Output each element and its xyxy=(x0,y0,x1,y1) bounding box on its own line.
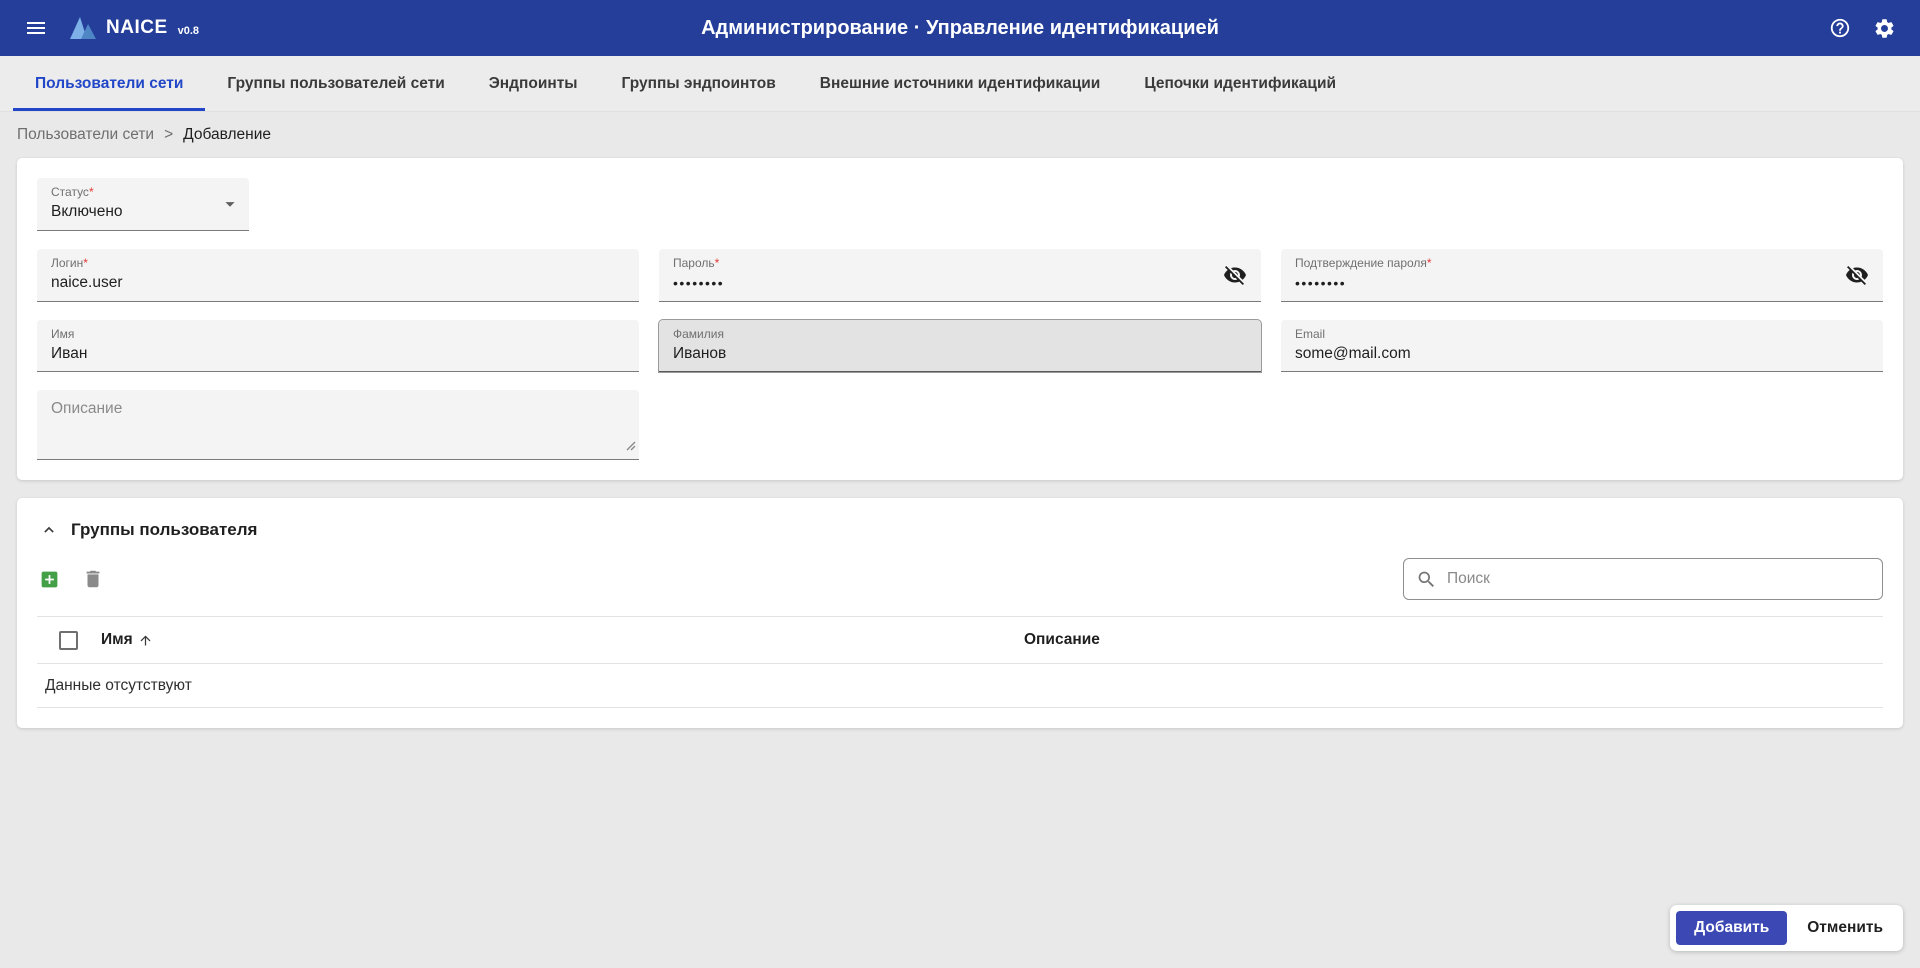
breadcrumb-parent-link[interactable]: Пользователи сети xyxy=(17,126,154,144)
required-mark: * xyxy=(83,256,88,270)
password-value: •••••••• xyxy=(673,275,1247,293)
tab-network-user-groups[interactable]: Группы пользователей сети xyxy=(205,56,466,111)
delete-group-button[interactable] xyxy=(80,566,106,592)
search-icon xyxy=(1416,569,1437,590)
table-header-row: Имя Описание xyxy=(37,616,1883,664)
last-name-field[interactable]: Фамилия Иванов xyxy=(659,320,1261,373)
password-confirm-label: Подтверждение пароля* xyxy=(1295,256,1869,270)
tab-endpoints[interactable]: Эндпоинты xyxy=(467,56,600,111)
tab-endpoint-groups[interactable]: Группы эндпоинтов xyxy=(600,56,798,111)
password-label: Пароль* xyxy=(673,256,1247,270)
status-label: Статус* xyxy=(51,185,235,199)
resize-handle-icon[interactable] xyxy=(625,438,636,456)
chevron-down-icon xyxy=(219,193,241,215)
tab-bar: Пользователи сети Группы пользователей с… xyxy=(0,56,1920,112)
submit-button[interactable]: Добавить xyxy=(1676,911,1787,945)
page-title: Администрирование · Управление идентифик… xyxy=(701,17,1219,40)
user-form-grid: Статус* Включено Логин* naice.user Парол… xyxy=(37,178,1883,460)
toolbar-buttons xyxy=(37,566,106,592)
app-version: v0.8 xyxy=(178,25,199,37)
password-confirm-field[interactable]: Подтверждение пароля* •••••••• xyxy=(1281,249,1883,302)
login-value: naice.user xyxy=(51,273,625,292)
tab-network-users[interactable]: Пользователи сети xyxy=(13,56,205,111)
last-name-label: Фамилия xyxy=(673,327,1247,341)
group-search-box xyxy=(1403,558,1883,600)
column-name-label: Имя xyxy=(101,631,133,649)
chevron-up-icon xyxy=(39,520,59,540)
settings-button[interactable] xyxy=(1867,11,1902,46)
toggle-password-visibility-button[interactable] xyxy=(1219,259,1251,291)
email-label: Email xyxy=(1295,327,1869,341)
login-label: Логин* xyxy=(51,256,625,270)
breadcrumb-current: Добавление xyxy=(183,126,271,144)
eye-off-icon xyxy=(1845,263,1869,287)
select-all-checkbox[interactable] xyxy=(59,631,78,650)
description-textarea[interactable]: Описание xyxy=(37,390,639,460)
user-groups-table: Имя Описание Данные отсутствуют xyxy=(37,616,1883,708)
help-icon xyxy=(1829,17,1851,39)
breadcrumb: Пользователи сети > Добавление xyxy=(0,112,1920,158)
toggle-password-confirm-visibility-button[interactable] xyxy=(1841,259,1873,291)
description-placeholder: Описание xyxy=(51,400,625,418)
column-header-description[interactable]: Описание xyxy=(1024,631,1883,649)
email-value: some@mail.com xyxy=(1295,344,1869,363)
form-action-bar: Добавить Отменить xyxy=(1670,905,1903,951)
last-name-value: Иванов xyxy=(673,344,1247,363)
app-brand: NAICE v0.8 xyxy=(68,15,199,41)
app-name: NAICE xyxy=(106,17,168,39)
hamburger-icon xyxy=(24,16,48,40)
status-select[interactable]: Статус* Включено xyxy=(37,178,249,231)
email-field[interactable]: Email some@mail.com xyxy=(1281,320,1883,373)
password-confirm-value: •••••••• xyxy=(1295,275,1869,293)
required-mark: * xyxy=(715,256,720,270)
tab-identity-chains[interactable]: Цепочки идентификаций xyxy=(1122,56,1358,111)
status-value: Включено xyxy=(51,202,235,221)
first-name-field[interactable]: Имя Иван xyxy=(37,320,639,373)
add-box-icon xyxy=(39,569,60,590)
collapse-section-button[interactable] xyxy=(37,518,61,542)
login-field[interactable]: Логин* naice.user xyxy=(37,249,639,302)
page-content: Статус* Включено Логин* naice.user Парол… xyxy=(0,158,1920,728)
cancel-button[interactable]: Отменить xyxy=(1793,911,1897,945)
add-group-button[interactable] xyxy=(37,567,62,592)
table-empty-row: Данные отсутствуют xyxy=(37,664,1883,708)
gear-icon xyxy=(1873,17,1896,40)
sort-ascending-icon xyxy=(138,633,153,648)
breadcrumb-separator: > xyxy=(164,126,173,144)
user-groups-title: Группы пользователя xyxy=(71,520,257,540)
first-name-label: Имя xyxy=(51,327,625,341)
menu-button[interactable] xyxy=(18,10,54,46)
column-header-name[interactable]: Имя xyxy=(101,631,1024,649)
user-form-card: Статус* Включено Логин* naice.user Парол… xyxy=(17,158,1903,480)
required-mark: * xyxy=(1427,256,1432,270)
password-field[interactable]: Пароль* •••••••• xyxy=(659,249,1261,302)
tab-external-identity-sources[interactable]: Внешние источники идентификации xyxy=(798,56,1123,111)
spacer xyxy=(659,178,1883,231)
first-name-value: Иван xyxy=(51,344,625,363)
group-search-input[interactable] xyxy=(1447,570,1870,588)
user-groups-toolbar xyxy=(37,558,1883,600)
user-groups-card: Группы пользователя xyxy=(17,498,1903,728)
select-all-cell xyxy=(37,631,101,650)
user-groups-header: Группы пользователя xyxy=(37,518,1883,542)
header-actions xyxy=(1823,11,1902,46)
app-logo-icon xyxy=(68,15,98,41)
app-header: NAICE v0.8 Администрирование · Управлени… xyxy=(0,0,1920,56)
required-mark: * xyxy=(89,185,94,199)
eye-off-icon xyxy=(1223,263,1247,287)
help-button[interactable] xyxy=(1823,11,1857,45)
trash-icon xyxy=(82,568,104,590)
